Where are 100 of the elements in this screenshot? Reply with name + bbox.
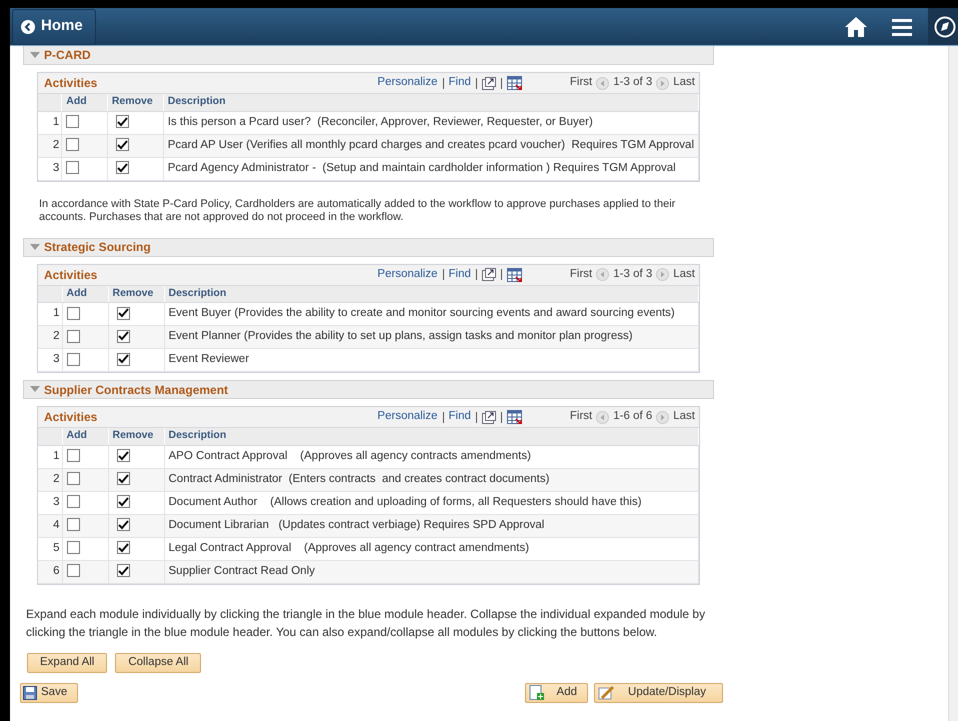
checkbox[interactable]: [66, 330, 80, 343]
checked-checkbox[interactable]: [116, 495, 130, 508]
description-cell: APO Contract Approval (Approves all agency contracts amendments): [164, 445, 698, 468]
checked-checkbox[interactable]: [116, 541, 130, 554]
menu-icon[interactable]: [892, 18, 912, 36]
checked-checkbox[interactable]: [116, 115, 129, 128]
grid-link[interactable]: Find: [448, 74, 471, 92]
checked-checkbox[interactable]: [116, 472, 130, 486]
description-cell: Contract Administrator (Enters contracts and creates contract documents): [164, 468, 698, 491]
compass-icon[interactable]: [934, 16, 956, 38]
checkbox[interactable]: [66, 352, 80, 366]
grid-link[interactable]: Find: [448, 408, 471, 426]
column-header: Description: [164, 428, 698, 445]
first-link[interactable]: First: [570, 74, 592, 92]
description-cell: Document Librarian (Updates contract verbiage) Requires SPD Approval: [164, 514, 698, 537]
checked-checkbox[interactable]: [116, 564, 130, 578]
row-number: 2: [38, 326, 62, 348]
checked-checkbox[interactable]: [116, 161, 129, 174]
last-link[interactable]: Last: [673, 408, 695, 426]
save-button[interactable]: Save: [20, 682, 78, 702]
description-cell: Document Author (Allows creation and uploading of forms, all Requesters should have this): [164, 491, 698, 514]
description-cell: Legal Contract Approval (Approves all agency contract amendments): [164, 537, 698, 560]
row-number: 2: [38, 468, 62, 491]
download-grid-icon[interactable]: [506, 268, 522, 282]
collapse-triangle-icon[interactable]: [30, 386, 40, 393]
checked-checkbox[interactable]: [116, 138, 129, 152]
checked-checkbox[interactable]: [116, 518, 130, 532]
column-header: Add: [62, 286, 108, 302]
checkbox[interactable]: [66, 472, 80, 486]
column-header: Remove: [108, 428, 164, 445]
back-icon: [21, 20, 35, 34]
checkbox[interactable]: [66, 306, 80, 320]
add-document-icon: [528, 685, 545, 700]
checkbox[interactable]: [66, 138, 80, 152]
expand-collapse-button[interactable]: Collapse All: [115, 652, 202, 672]
section-title[interactable]: Strategic Sourcing: [44, 238, 151, 256]
description-cell: Supplier Contract Read Only: [164, 560, 698, 583]
download-grid-icon[interactable]: [506, 76, 522, 90]
description-cell: Is this person a Pcard user? (Reconciler, Approver, Reviewer, Requester, or Buyer): [163, 111, 698, 134]
scrollbar[interactable]: [948, 46, 958, 721]
checkbox[interactable]: [66, 449, 80, 462]
grid-link[interactable]: Personalize: [377, 408, 438, 426]
column-header: Remove: [108, 286, 164, 302]
section-title[interactable]: P-CARD: [44, 46, 91, 64]
grid-link[interactable]: Find: [448, 266, 471, 284]
collapse-triangle-icon[interactable]: [30, 52, 40, 58]
checkbox[interactable]: [66, 115, 80, 128]
checkbox[interactable]: [66, 495, 80, 508]
first-link[interactable]: First: [570, 408, 592, 426]
last-link[interactable]: Last: [673, 74, 695, 92]
column-header: Description: [164, 286, 698, 302]
grid-title: Activities: [44, 266, 98, 284]
grid-link[interactable]: Personalize: [377, 266, 438, 284]
grid-title: Activities: [44, 409, 98, 426]
description-cell: Pcard AP User (Verifies all monthly pcard charges and creates pcard voucher) Requires TGM Approval: [163, 134, 698, 157]
pencil-icon: [598, 685, 616, 700]
section-header[interactable]: P-CARD: [23, 46, 714, 65]
description-cell: Pcard Agency Administrator - (Setup and maintain cardholder information ) Requires TGM Approval: [163, 157, 698, 180]
instructions-text: Expand each module individually by clicking the triangle in the blue module header. Collapse the individual expanded module by clicking the triangle in the blue module header. You can also expand/collapse all modules by clicking the buttons below.: [26, 606, 706, 640]
checkbox[interactable]: [66, 161, 80, 174]
column-header: Add: [62, 428, 108, 445]
row-range: 1-3 of 3: [613, 266, 652, 282]
checked-checkbox[interactable]: [116, 352, 130, 366]
row-number: 1: [38, 445, 62, 468]
policy-note: In accordance with State P-Card Policy, Cardholders are automatically added to the workflow to approve purchases applied to their accounts. Purchases that are not approved do not proceed in the workflow.: [39, 198, 676, 224]
description-cell: Event Reviewer: [164, 348, 698, 372]
zoom-icon[interactable]: [482, 268, 496, 281]
column-header: Remove: [107, 94, 164, 111]
row-number: 3: [38, 157, 62, 180]
row-number: 3: [38, 348, 62, 372]
section-header[interactable]: Supplier Contracts Management: [23, 380, 714, 399]
checkbox[interactable]: [66, 541, 80, 554]
description-cell: Event Planner (Provides the ability to set up plans, assign tasks and monitor plan progress): [164, 326, 698, 348]
grid-link[interactable]: Personalize: [377, 74, 438, 92]
checked-checkbox[interactable]: [116, 306, 130, 320]
section-title[interactable]: Supplier Contracts Management: [44, 380, 228, 398]
grid-title: Activities: [44, 75, 98, 92]
zoom-icon[interactable]: [482, 410, 496, 424]
row-number: 3: [38, 491, 62, 514]
last-link[interactable]: Last: [673, 266, 695, 284]
download-grid-icon[interactable]: [506, 410, 522, 424]
zoom-icon[interactable]: [482, 76, 496, 90]
checkbox[interactable]: [66, 518, 80, 532]
home-icon[interactable]: [844, 16, 868, 38]
column-header: Description: [163, 94, 698, 111]
checked-checkbox[interactable]: [116, 330, 130, 343]
collapse-triangle-icon[interactable]: [30, 244, 40, 250]
checkbox[interactable]: [66, 564, 80, 578]
row-number: 2: [38, 134, 62, 157]
first-link[interactable]: First: [570, 266, 592, 284]
row-number: 6: [38, 560, 62, 583]
section-header[interactable]: Strategic Sourcing: [23, 238, 714, 256]
expand-collapse-button[interactable]: Expand All: [27, 652, 108, 672]
column-header: Add: [62, 94, 108, 111]
checked-checkbox[interactable]: [116, 449, 130, 462]
home-button[interactable]: Home: [12, 8, 96, 44]
row-number: 5: [38, 537, 62, 560]
add-button[interactable]: Add: [524, 682, 588, 702]
row-number: 4: [38, 514, 62, 537]
update-display-button[interactable]: Update/Display: [594, 682, 723, 702]
